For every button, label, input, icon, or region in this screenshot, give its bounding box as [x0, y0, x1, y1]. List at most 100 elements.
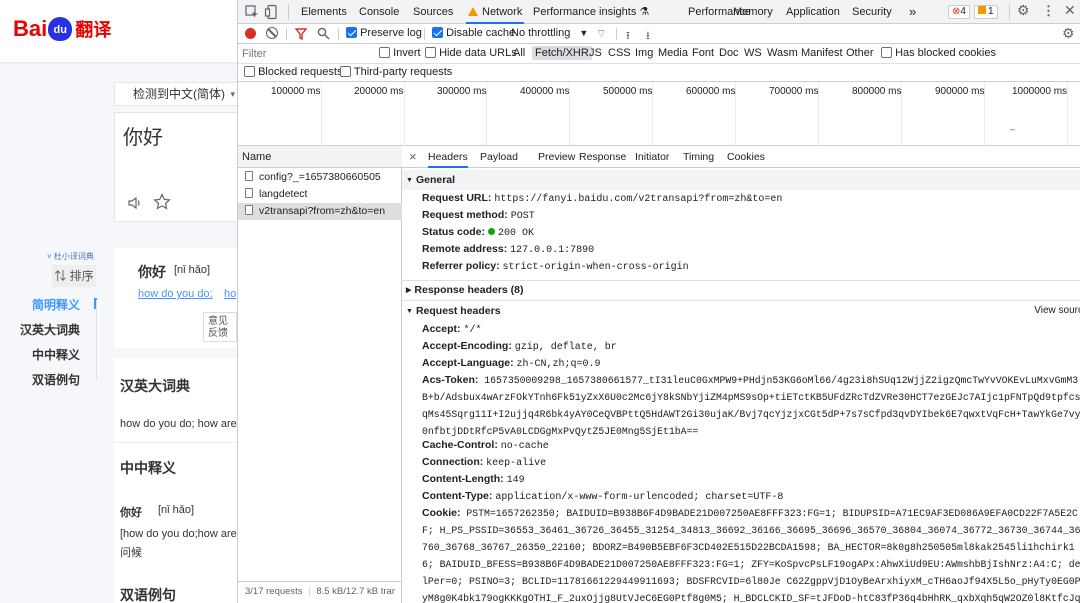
tab-preview[interactable]: Preview — [538, 146, 575, 168]
request-name: config?_=1657380660505 — [259, 171, 381, 183]
tab-console[interactable]: Console — [359, 0, 399, 24]
tab-payload[interactable]: Payload — [480, 146, 518, 168]
tab-initiator[interactable]: Initiator — [635, 146, 669, 168]
section-word: 你好 — [120, 507, 142, 519]
general-section-header[interactable]: ▼ General — [402, 170, 1080, 190]
device-toolbar-icon[interactable] — [264, 4, 280, 20]
tab-timing[interactable]: Timing — [683, 146, 714, 168]
header-value: zh-CN,zh;q=0.9 — [516, 359, 601, 370]
tab-response[interactable]: Response — [579, 146, 626, 168]
tab-security[interactable]: Security — [852, 0, 892, 24]
clear-icon[interactable] — [266, 27, 278, 39]
translation-link[interactable]: how do you do; — [138, 288, 213, 300]
filter-other[interactable]: Other — [846, 47, 874, 59]
file-icon — [245, 188, 253, 198]
nav-item-concise[interactable]: 简明释义 — [0, 296, 100, 313]
inspect-element-icon[interactable] — [244, 4, 260, 20]
filter-media[interactable]: Media — [658, 47, 688, 59]
filter-doc[interactable]: Doc — [719, 47, 739, 59]
tab-cookies[interactable]: Cookies — [727, 146, 765, 168]
request-header-row: Accept: */* — [422, 323, 481, 336]
warning-icon — [468, 7, 478, 16]
translation-link-2[interactable]: ho — [224, 288, 236, 300]
network-overview-timeline[interactable]: 100000 ms 200000 ms 300000 ms 400000 ms … — [238, 82, 1080, 146]
tab-network[interactable]: Network — [466, 0, 525, 24]
tab-application[interactable]: Application — [786, 0, 840, 24]
feedback-label-2: 反馈 — [208, 328, 228, 339]
request-row[interactable]: langdetect — [238, 186, 402, 203]
view-source-link[interactable]: View sourc — [1034, 305, 1080, 316]
request-detail-pane: × Headers Payload Preview Response Initi… — [402, 146, 1080, 603]
error-count-badge[interactable]: ⊗4 — [948, 5, 970, 19]
checkbox-label: Blocked requests — [258, 66, 343, 78]
section-definition: [how do you do;how are — [120, 528, 237, 540]
transfer-size: 8.5 kB/12.7 kB trar — [316, 586, 396, 597]
filter-wasm[interactable]: Wasm — [767, 47, 798, 59]
record-icon[interactable] — [245, 28, 256, 39]
throttling-select[interactable]: No throttling ▼ — [511, 27, 588, 39]
feedback-button[interactable]: 意见 反馈 — [203, 312, 237, 342]
more-tabs-button[interactable]: » — [909, 0, 916, 24]
filter-font[interactable]: Font — [692, 47, 714, 59]
speaker-icon[interactable] — [127, 195, 143, 211]
nav-item-examples[interactable]: 双语例句 — [0, 371, 100, 388]
warning-count-badge[interactable]: 1 — [974, 5, 998, 19]
has-blocked-cookies-checkbox[interactable]: Has blocked cookies — [881, 47, 996, 59]
close-detail-icon[interactable]: × — [409, 146, 417, 168]
sort-button[interactable]: ⇅ 排序 — [52, 265, 96, 287]
source-text-box[interactable]: 你好 — [114, 112, 237, 222]
filter-css[interactable]: CSS — [608, 47, 631, 59]
preserve-log-checkbox[interactable]: Preserve log — [346, 27, 422, 39]
hide-data-urls-checkbox[interactable]: Hide data URLs — [425, 47, 517, 59]
request-row[interactable]: config?_=1657380660505 — [238, 169, 402, 186]
filter-manifest[interactable]: Manifest — [801, 47, 843, 59]
logo-text: Bai — [13, 16, 48, 41]
header-value: application/x-www-form-urlencoded; chars… — [495, 492, 784, 503]
nav-label: 简明释义 — [31, 298, 80, 312]
kebab-menu-icon[interactable]: ⋮ — [1042, 3, 1055, 19]
response-headers-section-header[interactable]: ▶ Response headers (8) — [402, 280, 1080, 300]
throttling-label: No throttling — [511, 27, 571, 39]
network-conditions-icon[interactable]: ⌔ — [596, 27, 606, 41]
close-icon[interactable]: ✕ — [1064, 2, 1076, 19]
settings-gear-icon[interactable]: ⚙ — [1017, 2, 1030, 19]
nav-item-cn-en-dict[interactable]: 汉英大词典 — [0, 321, 100, 338]
nav-item-cn-cn[interactable]: 中中释义 — [0, 346, 100, 363]
source-language-select[interactable]: 检测到中文(简体) ▾ — [114, 82, 237, 106]
tab-headers[interactable]: Headers — [428, 146, 468, 168]
request-headers-section-header[interactable]: ▼ Request headers — [402, 301, 1080, 321]
baidu-fanyi-logo[interactable]: Bai du 翻译 — [13, 16, 111, 42]
filter-fetch-xhr[interactable]: Fetch/XHR — [532, 46, 592, 60]
tab-memory[interactable]: Memory — [733, 0, 773, 24]
search-icon[interactable] — [317, 27, 330, 40]
column-header-name[interactable]: Name — [238, 146, 402, 168]
header-key: Request URL: — [422, 192, 492, 204]
nav-label: 汉英大词典 — [19, 323, 80, 337]
network-settings-gear-icon[interactable]: ⚙ — [1062, 25, 1075, 42]
request-name: langdetect — [259, 188, 308, 200]
filter-js[interactable]: JS — [589, 47, 602, 59]
tab-performance-insights[interactable]: Performance insights ⚗ — [533, 0, 649, 24]
disable-cache-checkbox[interactable]: Disable cache — [432, 27, 515, 39]
timeline-tick: 700000 ms — [769, 86, 819, 97]
filter-all[interactable]: All — [513, 47, 525, 59]
general-row: Request method: POST — [422, 209, 535, 222]
pinyin: [nǐ hǎo] — [174, 264, 211, 276]
blocked-requests-checkbox[interactable]: Blocked requests — [244, 66, 342, 78]
section-title-cn-cn: 中中释义 — [120, 460, 176, 476]
invert-checkbox[interactable]: Invert — [379, 47, 421, 59]
filter-ws[interactable]: WS — [744, 47, 762, 59]
tab-elements[interactable]: Elements — [301, 0, 347, 24]
filter-icon[interactable] — [295, 28, 307, 40]
source-text: 你好 — [123, 127, 163, 149]
status-ok-icon — [487, 228, 495, 235]
third-party-checkbox[interactable]: Third-party requests — [340, 66, 452, 78]
star-icon[interactable] — [153, 193, 171, 211]
timeline-tick: 100000 ms — [271, 86, 321, 97]
filter-input[interactable] — [242, 46, 372, 62]
header-key: Accept-Language: — [422, 357, 514, 369]
filter-img[interactable]: Img — [635, 47, 653, 59]
tab-sources[interactable]: Sources — [413, 0, 453, 24]
request-row-selected[interactable]: v2transapi?from=zh&to=en — [238, 203, 402, 220]
timeline-tick: 500000 ms — [603, 86, 653, 97]
